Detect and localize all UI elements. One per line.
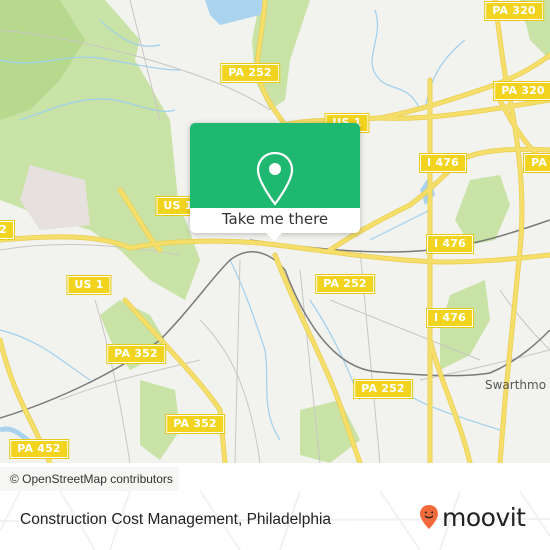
- road-shield: PA 320: [484, 1, 544, 21]
- road-shield: I 476: [419, 153, 467, 173]
- road-shield: PA 320: [493, 81, 550, 101]
- moovit-smiley-pin-icon: [420, 505, 438, 529]
- popup-header: [190, 123, 360, 208]
- road-shield: PA 352: [165, 414, 225, 434]
- moovit-wordmark: moovit: [442, 502, 526, 532]
- road-shield: PA 452: [9, 439, 69, 459]
- location-popup: Take me there: [190, 123, 360, 241]
- road-shield: I 476: [426, 234, 474, 254]
- moovit-logo[interactable]: moovit: [419, 501, 526, 533]
- road-shield: PA 252: [353, 379, 413, 399]
- road-shield: PA 252: [220, 63, 280, 83]
- road-shield: 2: [0, 220, 15, 240]
- take-me-there-button[interactable]: Take me there: [190, 208, 360, 233]
- road-shield: PA 252: [315, 274, 375, 294]
- road-shield: PA 352: [106, 344, 166, 364]
- map-view[interactable]: PA 320 PA 252 US 1 PA 320 I 476 PA 4 US …: [0, 0, 550, 463]
- popup-tail: [266, 233, 282, 241]
- road-shield: PA 4: [523, 153, 550, 173]
- footer-bar: Construction Cost Management, Philadelph…: [0, 491, 550, 550]
- map-pin-icon: [256, 151, 294, 206]
- road-shield: US 1: [66, 275, 112, 295]
- road-shield: I 476: [426, 308, 474, 328]
- osm-attribution[interactable]: © OpenStreetMap contributors: [0, 467, 179, 491]
- place-label-swarthmore: Swarthmo: [485, 378, 547, 392]
- place-name: Construction Cost Management, Philadelph…: [20, 511, 332, 528]
